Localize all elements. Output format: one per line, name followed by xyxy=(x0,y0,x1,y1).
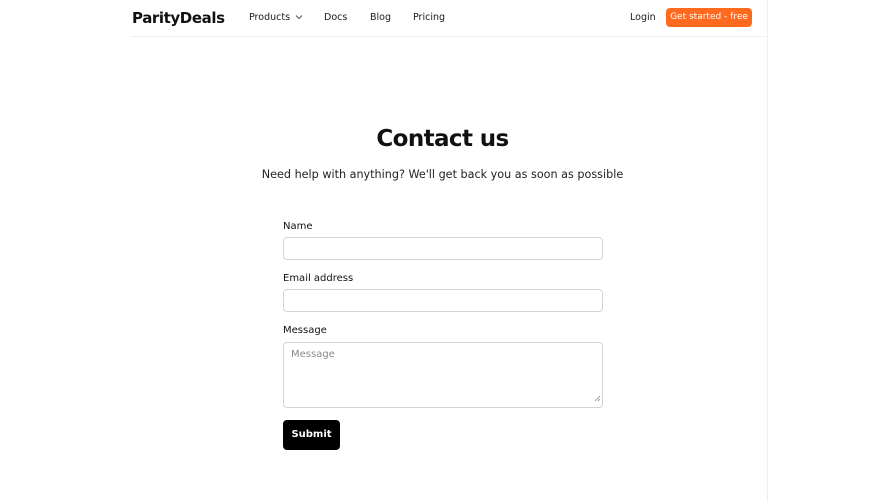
get-started-button[interactable]: Get started - free xyxy=(666,8,752,27)
name-label: Name xyxy=(283,221,313,232)
page-subtitle: Need help with anything? We'll get back … xyxy=(261,168,624,181)
page-title: Contact us xyxy=(376,126,509,152)
name-field[interactable] xyxy=(283,237,603,260)
submit-button[interactable]: Submit xyxy=(283,420,340,450)
nav-products-label: Products xyxy=(249,12,291,23)
top-navigation-bar: ParityDeals Products Docs Blog Pricing L… xyxy=(130,0,767,37)
chevron-down-icon xyxy=(295,12,303,23)
resize-handle-icon[interactable] xyxy=(594,387,601,406)
nav-products[interactable]: Products xyxy=(249,12,303,23)
nav-docs[interactable]: Docs xyxy=(324,12,347,23)
nav-pricing[interactable]: Pricing xyxy=(413,12,445,23)
login-link[interactable]: Login xyxy=(630,12,656,23)
page-edge-divider xyxy=(767,0,768,502)
logo[interactable]: ParityDeals xyxy=(132,9,225,27)
message-placeholder: Message xyxy=(291,349,335,360)
email-field[interactable] xyxy=(283,289,603,312)
nav-blog[interactable]: Blog xyxy=(370,12,391,23)
email-label: Email address xyxy=(283,273,354,284)
message-textarea[interactable]: Message xyxy=(283,342,603,408)
message-label: Message xyxy=(283,325,327,336)
